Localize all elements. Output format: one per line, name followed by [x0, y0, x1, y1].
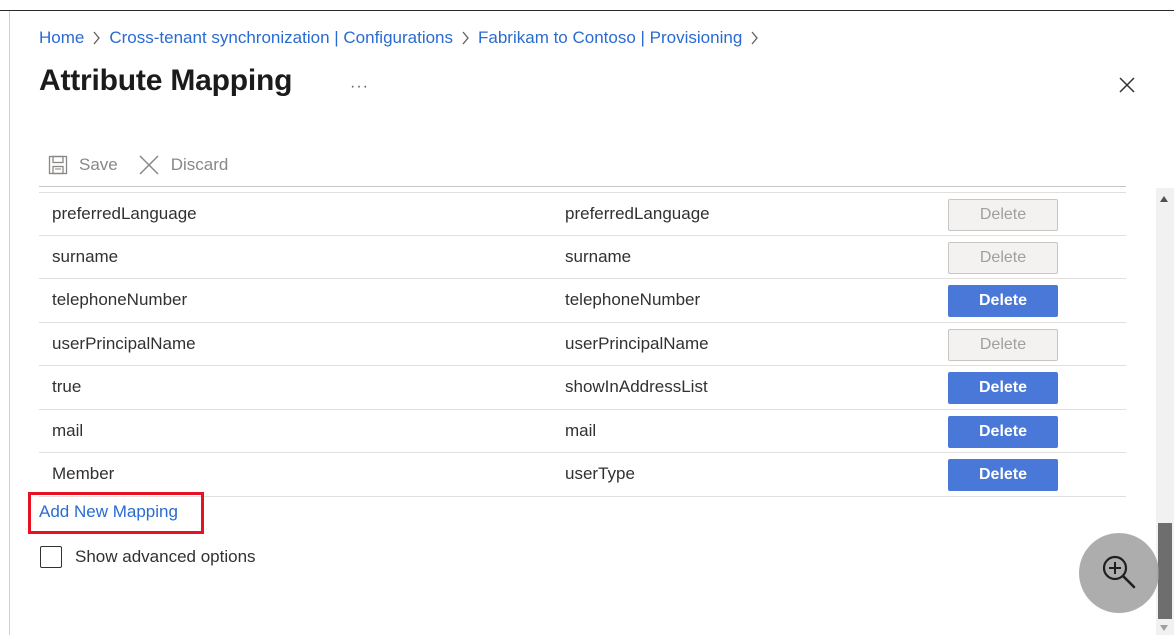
target-attribute: showInAddressList — [565, 377, 708, 397]
breadcrumb-provisioning[interactable]: Fabrikam to Contoso | Provisioning — [478, 28, 742, 48]
toolbar-divider — [39, 186, 1126, 187]
target-attribute: userType — [565, 464, 635, 484]
close-icon[interactable] — [1116, 74, 1138, 96]
target-attribute: telephoneNumber — [565, 290, 701, 310]
table-row[interactable]: surname surname Delete — [39, 236, 1126, 279]
table-row[interactable]: userPrincipalName userPrincipalName Dele… — [39, 323, 1126, 366]
window-top-border — [0, 10, 1174, 11]
table-row[interactable]: true showInAddressList Delete — [39, 366, 1126, 410]
breadcrumb-home[interactable]: Home — [39, 28, 84, 48]
source-attribute: preferredLanguage — [52, 203, 197, 223]
show-advanced-options-label: Show advanced options — [75, 547, 256, 566]
table-row[interactable]: telephoneNumber telephoneNumber Delete — [39, 279, 1126, 323]
delete-button[interactable]: Delete — [948, 241, 1058, 274]
zoom-in-icon — [1102, 555, 1136, 589]
discard-label: Discard — [170, 155, 229, 174]
save-icon — [48, 155, 68, 175]
chevron-right-icon — [92, 31, 101, 45]
chevron-right-icon — [461, 31, 470, 45]
source-attribute: Member — [52, 464, 115, 484]
delete-button[interactable]: Delete — [948, 415, 1058, 448]
table-row[interactable]: preferredLanguage preferredLanguage Dele… — [39, 192, 1126, 236]
target-attribute: surname — [565, 246, 632, 266]
attribute-mappings-table: preferredLanguage preferredLanguage Dele… — [39, 192, 1126, 497]
save-label: Save — [79, 155, 118, 174]
scroll-up-arrow-icon[interactable] — [1160, 196, 1168, 202]
attribute-mapping-blade: Home Cross-tenant synchronization | Conf… — [0, 0, 1174, 635]
scrollbar-thumb[interactable] — [1158, 523, 1172, 619]
discard-icon — [138, 154, 160, 176]
zoom-in-button[interactable] — [1079, 533, 1159, 613]
source-attribute: telephoneNumber — [52, 290, 188, 310]
breadcrumb: Home Cross-tenant synchronization | Conf… — [39, 27, 767, 49]
command-bar: Save Discard — [48, 151, 228, 179]
delete-button[interactable]: Delete — [948, 328, 1058, 361]
chevron-right-icon — [750, 31, 759, 45]
source-attribute: mail — [52, 420, 84, 440]
table-row[interactable]: Member userType Delete — [39, 453, 1126, 497]
blade-left-border — [9, 11, 10, 635]
source-attribute: true — [52, 377, 82, 397]
delete-button[interactable]: Delete — [948, 285, 1058, 317]
save-button[interactable]: Save — [48, 155, 118, 175]
delete-button[interactable]: Delete — [948, 459, 1058, 491]
add-new-mapping-link[interactable]: Add New Mapping — [39, 502, 178, 522]
target-attribute: preferredLanguage — [565, 203, 710, 223]
target-attribute: userPrincipalName — [565, 333, 709, 353]
breadcrumb-cross-tenant-sync[interactable]: Cross-tenant synchronization | Configura… — [109, 28, 453, 48]
source-attribute: surname — [52, 246, 119, 266]
more-options-icon[interactable]: ··· — [350, 78, 369, 96]
show-advanced-options-checkbox[interactable] — [40, 546, 62, 568]
table-row[interactable]: mail mail Delete — [39, 410, 1126, 453]
discard-button[interactable]: Discard — [138, 154, 229, 176]
delete-button[interactable]: Delete — [948, 372, 1058, 404]
page-title: Attribute Mapping — [39, 64, 293, 97]
delete-button[interactable]: Delete — [948, 199, 1058, 231]
target-attribute: mail — [565, 420, 597, 440]
scroll-down-arrow-icon[interactable] — [1160, 625, 1168, 631]
source-attribute: userPrincipalName — [52, 333, 196, 353]
